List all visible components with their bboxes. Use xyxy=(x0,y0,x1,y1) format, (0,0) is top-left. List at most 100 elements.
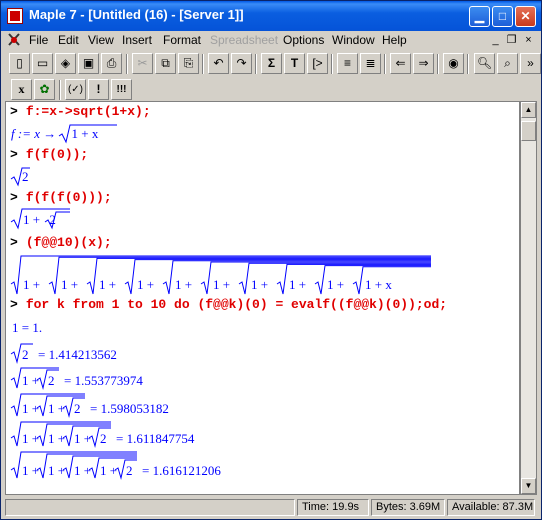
execute-button[interactable]: ! xyxy=(88,79,109,100)
menu-file[interactable]: File xyxy=(29,33,48,47)
redo-icon[interactable]: ↷ xyxy=(231,53,252,74)
mdi-close-button[interactable]: × xyxy=(521,33,536,47)
menu-bar: File Edit View Insert Format Spreadsheet… xyxy=(1,31,541,50)
radical-term: 1 + xyxy=(22,373,39,388)
scroll-thumb[interactable] xyxy=(521,121,536,141)
new-icon[interactable]: ▯ xyxy=(9,53,30,74)
radical-term: 1 + xyxy=(48,431,65,446)
radical-term: 1 + xyxy=(22,431,39,446)
close-button[interactable]: ✕ xyxy=(515,6,536,27)
result-row-6: 1 + 1 + 1 + 1 + 2 = 1.616121206 xyxy=(10,450,247,480)
vertical-scrollbar[interactable]: ▲ ▼ xyxy=(520,101,537,495)
result-row-5: 1 + 1 + 1 + 2 = 1.611847754 xyxy=(10,420,221,448)
radical-sign xyxy=(59,124,118,144)
numeric-value: = 1.414213562 xyxy=(38,347,117,362)
radical-term: 1 + xyxy=(74,463,91,478)
menu-insert[interactable]: Insert xyxy=(122,33,152,47)
minimize-button[interactable]: ▁ xyxy=(469,6,490,27)
menu-view[interactable]: View xyxy=(88,33,114,47)
context-toolbar: x ✿ (✓) ! !!! xyxy=(1,77,541,101)
input-line-1[interactable]: > f:=x->sqrt(1+x); xyxy=(10,104,151,119)
text-icon[interactable]: T xyxy=(284,53,305,74)
radical-term: 1 + xyxy=(99,277,116,292)
numeric-value: = 1.553773974 xyxy=(64,373,143,388)
scroll-down-button[interactable]: ▼ xyxy=(521,478,536,494)
indent-icon[interactable]: ≡ xyxy=(337,53,358,74)
maximize-button[interactable]: □ xyxy=(492,6,513,27)
radical-term-last: 2 xyxy=(74,401,81,416)
open-icon[interactable]: ▭ xyxy=(32,53,53,74)
numeric-value: = 1.611847754 xyxy=(116,431,195,446)
scroll-up-button[interactable]: ▲ xyxy=(521,102,536,118)
mdi-restore-button[interactable]: ❐ xyxy=(504,33,519,47)
input-line-5[interactable]: > for k from 1 to 10 do (f@@k)(0) = evalf… xyxy=(10,297,447,312)
output-4: 1 + 1 + 1 + 1 + 1 + 1 + 1 + 1 + 1 + 1 + x xyxy=(10,252,441,296)
status-time: Time: 19.9s xyxy=(297,499,369,516)
paste-icon[interactable]: ⎘ xyxy=(178,53,199,74)
zoom-out-icon[interactable]: ⌕ xyxy=(497,53,518,74)
menu-options[interactable]: Options xyxy=(283,33,324,47)
execute-all-button[interactable]: !!! xyxy=(111,79,132,100)
radical-term: 1 + xyxy=(251,277,268,292)
menu-format[interactable]: Format xyxy=(163,33,201,47)
radical-term: 1 + xyxy=(22,463,39,478)
output-3: 1 + 2 xyxy=(10,208,70,230)
undo-icon[interactable]: ↶ xyxy=(208,53,229,74)
input-line-2[interactable]: > f(f(0)); xyxy=(10,147,88,162)
radical-term-last: 1 + x xyxy=(365,277,392,292)
title-bar: Maple 7 - [Untitled (16) - [Server 1]] ▁… xyxy=(1,1,541,31)
copy-icon[interactable]: ⧉ xyxy=(155,53,176,74)
nested-radical: 1 + 1 + 1 + 1 + 2 = 1.616121206 xyxy=(10,451,221,480)
mdi-minimize-button[interactable]: _ xyxy=(488,33,503,47)
output-1: f := x → 1 + x xyxy=(11,124,118,144)
numeric-value: = 1.598053182 xyxy=(90,401,169,416)
stop-icon[interactable]: ◉ xyxy=(443,53,464,74)
maple-leaf-icon[interactable]: ✿ xyxy=(34,79,55,100)
status-available: Available: 87.3M xyxy=(447,499,535,516)
document-icon[interactable] xyxy=(7,33,21,47)
print-icon[interactable]: ⎙ xyxy=(101,53,122,74)
menu-spreadsheet[interactable]: Spreadsheet xyxy=(210,33,278,47)
radical-term: 1 + xyxy=(48,463,65,478)
toolbar-overflow-icon[interactable]: » xyxy=(520,53,541,74)
radical-term: 1 + xyxy=(100,463,117,478)
menu-edit[interactable]: Edit xyxy=(58,33,79,47)
radical-term: 1 + xyxy=(22,401,39,416)
radical-term: 1 + xyxy=(327,277,344,292)
prompt-marker: > xyxy=(10,104,18,119)
input-text-1: f:=x->sqrt(1+x); xyxy=(25,104,151,119)
back-icon[interactable]: ⇐ xyxy=(390,53,411,74)
open-url-icon[interactable]: ◈ xyxy=(55,53,76,74)
status-bytes: Bytes: 3.69M xyxy=(371,499,445,516)
radical-sign xyxy=(10,167,30,187)
worksheet[interactable]: > f:=x->sqrt(1+x); f := x → 1 + x > f(f(0)… xyxy=(5,101,520,495)
sigma-icon[interactable]: Σ xyxy=(261,53,282,74)
forward-icon[interactable]: ⇒ xyxy=(413,53,434,74)
input-line-4[interactable]: > (f@@10)(x); xyxy=(10,235,112,250)
zoom-in-icon[interactable]: 🔍︎ xyxy=(474,53,495,74)
outdent-icon[interactable]: ≣ xyxy=(360,53,381,74)
menu-help[interactable]: Help xyxy=(382,33,407,47)
nested-radical: 1 + 1 + 2 = 1.598053182 xyxy=(10,393,169,418)
prompt-icon[interactable]: [> xyxy=(307,53,328,74)
output-1-lhs: f := x xyxy=(11,126,40,141)
radical-term-last: 2 xyxy=(22,347,29,362)
save-icon[interactable]: ▣ xyxy=(78,53,99,74)
result-row-2: 2 = 1.414213562 xyxy=(10,342,143,364)
math-mode-button[interactable]: x xyxy=(11,79,32,100)
check-syntax-button[interactable]: (✓) xyxy=(65,79,86,100)
nested-radical: 1 + 2 = 1.553773974 xyxy=(10,367,143,390)
radical-term: 1 + xyxy=(48,401,65,416)
maple-app-icon[interactable] xyxy=(7,8,23,24)
input-line-3[interactable]: > f(f(f(0))); xyxy=(10,190,112,205)
status-bar: Time: 19.9s Bytes: 3.69M Available: 87.3… xyxy=(1,498,541,518)
window-title: Maple 7 - [Untitled (16) - [Server 1]] xyxy=(29,7,244,22)
radical-term: 1 + xyxy=(61,277,78,292)
menu-window[interactable]: Window xyxy=(332,33,375,47)
radical-term: 1 + xyxy=(137,277,154,292)
status-message xyxy=(5,499,295,516)
nested-radical: 2 = 1.414213562 xyxy=(10,343,117,364)
radical-term: 1 + xyxy=(23,277,40,292)
radical-term: 1 + xyxy=(175,277,192,292)
cut-icon[interactable]: ✂ xyxy=(132,53,153,74)
